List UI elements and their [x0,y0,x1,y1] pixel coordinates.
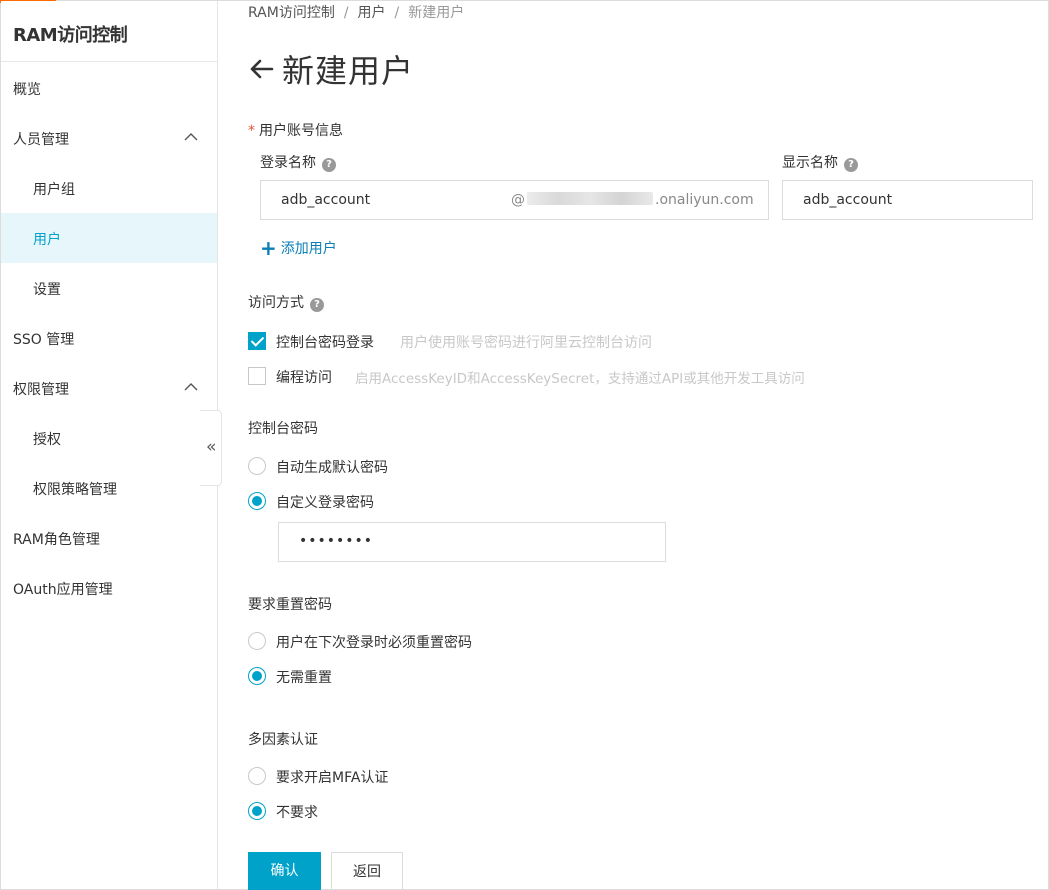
sidebar-divider [1,61,217,62]
back-button[interactable]: 返回 [331,852,403,890]
sidebar-item-label: OAuth应用管理 [13,582,113,598]
sidebar-item-sso[interactable]: SSO 管理 [1,313,217,363]
help-icon[interactable]: ? [310,298,324,312]
sidebar-item-label: 概览 [13,82,41,98]
domain-suffix: @ .onaliyun.com [511,192,754,208]
console-login-checkbox[interactable] [248,332,266,350]
must-reset-label: 用户在下次登录时必须重置密码 [276,635,472,651]
help-icon[interactable]: ? [844,158,858,172]
require-mfa-radio[interactable] [248,767,266,785]
require-mfa-label: 要求开启MFA认证 [276,770,389,786]
breadcrumb-item-ram[interactable]: RAM访问控制 [248,5,335,21]
sidebar-item-overview[interactable]: 概览 [1,63,217,113]
login-name-value: adb_account [281,192,371,208]
breadcrumb-separator: / [394,5,400,21]
sidebar: RAM访问控制 概览 人员管理 用户组 用户 设置 SSO 管理 权限管理 授权… [1,1,218,889]
domain-suffix-text: .onaliyun.com [655,192,754,208]
sidebar-item-label: SSO 管理 [13,332,75,348]
no-reset-label: 无需重置 [276,670,332,686]
account-info-label-text: 用户账号信息 [259,123,343,139]
plus-icon: + [260,236,277,260]
console-login-hint: 用户使用账号密码进行阿里云控制台访问 [400,335,652,351]
login-name-label: 登录名称? [260,152,336,172]
auto-password-label: 自动生成默认密码 [276,460,388,476]
breadcrumb-item-current: 新建用户 [408,5,465,21]
no-mfa-label: 不要求 [276,805,318,821]
chevron-up-icon [184,383,198,391]
account-info-label: * 用户账号信息 [248,120,343,140]
sidebar-item-identity-management[interactable]: 人员管理 [1,113,217,163]
sidebar-item-label: 人员管理 [13,132,69,148]
back-arrow-icon[interactable] [248,56,274,82]
custom-password-radio[interactable] [248,492,266,510]
login-name-input[interactable]: adb_account @ .onaliyun.com [260,180,769,220]
display-name-label: 显示名称? [782,152,858,172]
chevron-up-icon [184,133,198,141]
sidebar-item-oauth-apps[interactable]: OAuth应用管理 [1,563,217,613]
no-mfa-radio[interactable] [248,802,266,820]
access-mode-label: 访问方式? [248,292,324,312]
sidebar-item-label: 用户 [33,232,61,248]
main-content: RAM访问控制 / 用户 / 新建用户 新建用户 * 用户账号信息 登录名称? 显示名称?… [248,0,1038,890]
sidebar-item-label: 设置 [33,282,61,298]
sidebar-collapse-button[interactable]: « [200,410,222,486]
page-title: 新建用户 [282,52,415,90]
display-name-value: adb_account [803,192,893,208]
sidebar-item-permission-management[interactable]: 权限管理 [1,363,217,413]
help-icon[interactable]: ? [322,158,336,172]
console-password-label: 控制台密码 [248,421,318,437]
must-reset-radio[interactable] [248,632,266,650]
breadcrumb-separator: / [343,5,349,21]
display-name-input[interactable]: adb_account [782,180,1033,220]
display-name-label-text: 显示名称 [782,155,838,171]
programmatic-access-label: 编程访问 [276,370,332,386]
mfa-label: 多因素认证 [248,732,318,748]
sidebar-item-label: RAM角色管理 [13,532,100,548]
sidebar-item-policies[interactable]: 权限策略管理 [1,463,217,513]
add-user-link[interactable]: + 添加用户 [260,236,337,260]
sidebar-item-label: 权限管理 [13,382,69,398]
breadcrumb-item-users[interactable]: 用户 [358,5,386,21]
redacted-account-id [527,192,653,205]
sidebar-item-label: 权限策略管理 [33,482,117,498]
custom-password-label: 自定义登录密码 [276,495,374,511]
no-reset-radio[interactable] [248,667,266,685]
sidebar-item-grants[interactable]: 授权 [1,413,217,463]
sidebar-item-settings[interactable]: 设置 [1,263,217,313]
programmatic-access-hint: 启用AccessKeyID和AccessKeySecret，支持通过API或其他… [355,371,805,387]
domain-at: @ [511,192,525,208]
sidebar-item-user-groups[interactable]: 用户组 [1,163,217,213]
reset-password-label: 要求重置密码 [248,597,332,613]
sidebar-item-label: 用户组 [33,182,75,198]
sidebar-item-ram-roles[interactable]: RAM角色管理 [1,513,217,563]
add-user-label: 添加用户 [280,241,337,257]
login-name-label-text: 登录名称 [260,155,316,171]
console-login-label: 控制台密码登录 [276,335,374,351]
password-value: •••••••• [299,533,374,549]
programmatic-access-checkbox[interactable] [248,367,266,385]
sidebar-item-users[interactable]: 用户 [1,213,217,263]
sidebar-title: RAM访问控制 [13,25,128,46]
double-chevron-left-icon: « [206,437,217,457]
required-mark: * [248,123,255,139]
auto-password-radio[interactable] [248,457,266,475]
confirm-button[interactable]: 确认 [248,852,321,890]
access-mode-label-text: 访问方式 [248,295,304,311]
password-input[interactable]: •••••••• [278,522,666,562]
breadcrumb: RAM访问控制 / 用户 / 新建用户 [248,2,464,22]
sidebar-item-label: 授权 [33,432,61,448]
